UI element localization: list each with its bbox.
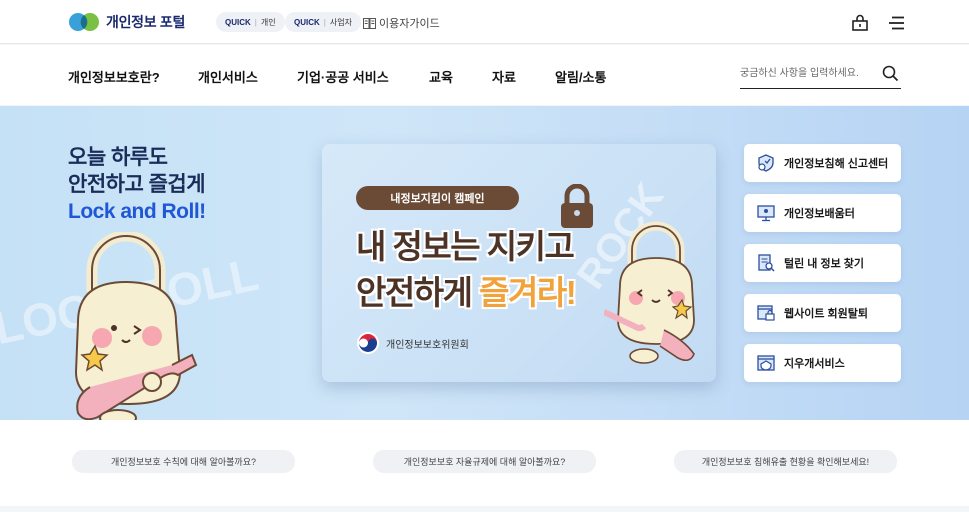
book-icon xyxy=(363,17,376,29)
eraser-service-button[interactable]: 지우개서비스 xyxy=(744,344,901,382)
quick-tag: QUICK xyxy=(294,17,320,27)
website-withdrawal-button[interactable]: 웹사이트 회원탈퇴 xyxy=(744,294,901,332)
slogan-line: 안전하고 즐겁게 xyxy=(68,173,206,196)
logo-mark-icon xyxy=(69,13,99,31)
nav-item-privacy-about[interactable]: 개인정보보호란? xyxy=(68,67,160,86)
quick-menu-label: 지우개서비스 xyxy=(784,358,845,370)
browser-erase-icon xyxy=(757,355,775,371)
lock-bag-icon[interactable] xyxy=(851,14,869,32)
menu-icon[interactable] xyxy=(888,14,906,32)
user-guide-label: 이용자가이드 xyxy=(379,18,440,30)
logo-text: 개인정보 포털 xyxy=(106,14,186,30)
lock-mascot-illustration xyxy=(74,232,198,420)
nav-item-business-services[interactable]: 기업·공공 서비스 xyxy=(297,67,389,86)
shield-report-icon xyxy=(758,154,774,172)
banner-headline-line2: 안전하게 즐겨라! xyxy=(356,266,577,314)
headline-text: 지키고 xyxy=(486,228,575,265)
taegeuk-emblem-icon xyxy=(357,332,379,354)
headline-text: 안전하게 xyxy=(356,274,480,311)
divider: | xyxy=(323,17,326,27)
find-leaked-info-button[interactable]: 털린 내 정보 찾기 xyxy=(744,244,901,282)
org-name: 개인정보보호위원회 xyxy=(386,339,469,351)
headline-text: 내 정보는 xyxy=(356,228,487,265)
headline-highlight: 즐겨라! xyxy=(479,274,577,311)
quick-menu-label: 웹사이트 회원탈퇴 xyxy=(784,308,869,320)
government-org: 개인정보보호위원회 xyxy=(356,331,469,355)
nav-item-notice[interactable]: 알림/소통 xyxy=(555,67,606,86)
info-links-section: 개인정보보호 수칙에 대해 알아볼까요? 개인정보보호 자율규제에 대해 알아볼… xyxy=(0,420,969,506)
browser-lock-icon xyxy=(757,305,775,321)
search-box xyxy=(740,62,901,89)
nav-item-personal-services[interactable]: 개인서비스 xyxy=(198,67,258,86)
nav-item-education[interactable]: 교육 xyxy=(429,67,453,86)
hero-section: LOCK ROLL 오늘 하루도 안전하고 즐겁게 Lock and Roll!… xyxy=(0,106,969,420)
top-bar: 개인정보 포털 QUICK | 개인 QUICK | 사업자 이용자가이드 xyxy=(0,0,969,44)
quick-menu-label: 털린 내 정보 찾기 xyxy=(784,258,865,270)
divider: | xyxy=(254,17,257,27)
breach-status-link[interactable]: 개인정보보호 침해유출 현황을 확인해보세요! xyxy=(674,450,897,473)
campaign-pill: 내정보지킴이 캠페인 xyxy=(356,186,519,210)
site-logo[interactable]: 개인정보 포털 xyxy=(68,11,185,33)
campaign-banner[interactable]: ROCK 내정보지킴이 캠페인 내 정보는 지키고 안전하게 즐겨라! 개인정보… xyxy=(322,144,716,382)
quick-business-button[interactable]: QUICK | 사업자 xyxy=(285,12,361,32)
quick-label: 개인 xyxy=(260,17,276,27)
slogan-line: 오늘 하루도 xyxy=(68,146,168,169)
privacy-rules-link[interactable]: 개인정보보호 수칙에 대해 알아볼까요? xyxy=(72,450,295,473)
document-search-icon xyxy=(758,254,775,272)
report-center-button[interactable]: 개인정보침해 신고센터 xyxy=(744,144,901,182)
quick-menu-label: 개인정보배움터 xyxy=(784,208,855,220)
quick-label: 사업자 xyxy=(329,17,352,27)
quick-tag: QUICK xyxy=(225,17,251,27)
quick-menu-label: 개인정보침해 신고센터 xyxy=(784,158,889,170)
banner-headline-line1: 내 정보는 지키고 xyxy=(356,220,575,268)
search-icon[interactable] xyxy=(882,65,899,82)
search-input[interactable] xyxy=(740,62,870,84)
self-regulation-link[interactable]: 개인정보보호 자율규제에 대해 알아볼까요? xyxy=(373,450,596,473)
privacy-learning-button[interactable]: 개인정보배움터 xyxy=(744,194,901,232)
nav-item-resources[interactable]: 자료 xyxy=(492,67,516,86)
monitor-learn-icon xyxy=(757,205,775,222)
banner-mascot-illustration xyxy=(604,221,695,364)
slogan-english: Lock and Roll! xyxy=(68,200,206,223)
user-guide-link[interactable]: 이용자가이드 xyxy=(363,15,440,31)
hero-slogan: 오늘 하루도 안전하고 즐겁게 Lock and Roll! xyxy=(68,144,206,225)
quick-personal-button[interactable]: QUICK | 개인 xyxy=(216,12,285,32)
